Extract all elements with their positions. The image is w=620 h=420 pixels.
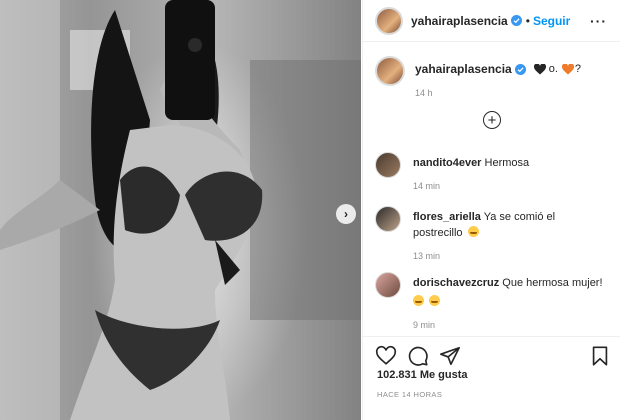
comment-text: Que hermosa mujer! — [502, 277, 603, 289]
caption-avatar[interactable] — [375, 56, 405, 86]
caption-username[interactable]: yahairaplasencia — [415, 62, 512, 76]
black-heart-icon — [533, 63, 546, 74]
follow-button[interactable]: Seguir — [533, 14, 570, 28]
likes-count[interactable]: 102.831 Me gusta — [377, 369, 468, 381]
caption-text-end: ? — [574, 63, 582, 75]
action-bar — [363, 336, 620, 372]
comment-avatar[interactable] — [375, 206, 401, 232]
caption-text: o. ? — [530, 63, 581, 75]
comment-time[interactable]: 13 min — [413, 250, 603, 263]
comment-item: nandito4ever Hermosa 14 min — [375, 152, 611, 193]
post-header: yahairaplasencia • Seguir ··· — [363, 0, 620, 42]
chevron-right-icon: › — [344, 207, 348, 221]
comment-icon[interactable] — [407, 345, 429, 367]
comment-username[interactable]: flores_ariella — [413, 211, 481, 223]
comment-avatar[interactable] — [375, 152, 401, 178]
comment-item: dorischavezcruz Que hermosa mujer! 9 min — [375, 272, 611, 332]
separator-dot: • — [525, 13, 530, 28]
comment-time[interactable]: 9 min — [413, 319, 603, 332]
heart-icon[interactable] — [375, 345, 397, 367]
author-avatar[interactable] — [375, 6, 403, 35]
comment-username[interactable]: dorischavezcruz — [413, 277, 499, 289]
caption-time[interactable]: 14 h — [415, 88, 581, 98]
comment-item: flores_ariella Ya se comió el postrecill… — [375, 206, 611, 263]
comment-time[interactable]: 14 min — [413, 180, 603, 193]
photo-illustration — [0, 0, 361, 420]
post-photo[interactable]: › — [0, 0, 361, 420]
orange-heart-icon — [561, 63, 574, 74]
verified-icon — [514, 63, 526, 75]
post-caption: yahairaplasencia o. ? 14 h — [375, 56, 611, 98]
comment-avatar[interactable] — [375, 272, 401, 298]
instagram-post: › yahairaplasencia • Seguir ··· yahairap… — [0, 0, 620, 420]
post-sidebar: yahairaplasencia • Seguir ··· yahairapla… — [362, 0, 620, 420]
comment-username[interactable]: nandito4ever — [413, 157, 481, 169]
comment-text: Hermosa — [484, 157, 530, 169]
share-icon[interactable] — [439, 345, 461, 367]
load-more-comments-button[interactable]: + — [483, 111, 501, 129]
plus-circle-icon: + — [487, 111, 497, 129]
smiling-face-icon — [413, 294, 424, 306]
verified-icon — [510, 15, 522, 26]
post-timestamp[interactable]: HACE 14 HORAS — [377, 390, 442, 399]
bookmark-icon[interactable] — [589, 345, 611, 367]
next-photo-button[interactable]: › — [336, 204, 356, 224]
smiling-face-icon — [429, 294, 441, 306]
author-username[interactable]: yahairaplasencia — [411, 14, 508, 28]
caption-text-middle: o. — [548, 63, 558, 75]
more-options-button[interactable]: ··· — [590, 13, 607, 29]
smiling-face-icon — [467, 225, 479, 237]
